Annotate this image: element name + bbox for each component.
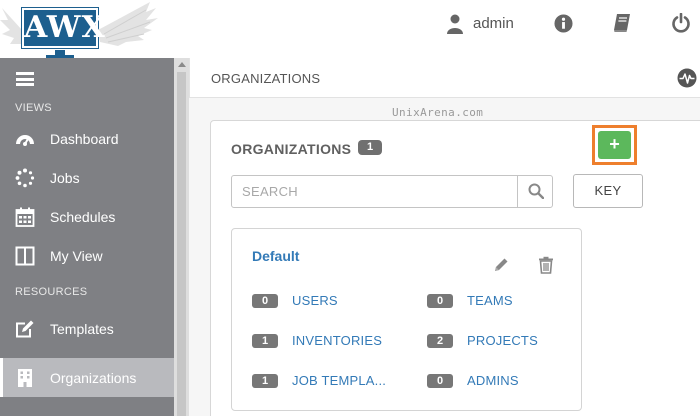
stat-label[interactable]: JOB TEMPLA... xyxy=(292,373,386,389)
stat-count: 0 xyxy=(252,294,278,308)
sidebar-item-label: Jobs xyxy=(50,170,80,186)
sidebar-item-label: Schedules xyxy=(50,209,116,225)
user-name[interactable]: admin xyxy=(473,14,514,34)
dashboard-icon xyxy=(16,135,34,146)
edit-icon[interactable] xyxy=(492,256,510,274)
organization-name[interactable]: Default xyxy=(252,248,299,264)
stat-job-templates[interactable]: 1 JOB TEMPLA... xyxy=(252,373,402,389)
awx-logo[interactable]: AWX xyxy=(0,0,160,58)
sidebar-scrollbar[interactable] xyxy=(174,58,189,416)
stat-label[interactable]: ADMINS xyxy=(467,373,519,389)
stat-count: 2 xyxy=(427,334,453,348)
sidebar-item-label: Templates xyxy=(50,321,114,337)
sidebar: VIEWS Dashboard Jobs Schedules My View R… xyxy=(0,58,174,416)
stat-count: 1 xyxy=(252,334,278,348)
stat-count: 0 xyxy=(427,374,453,388)
info-icon[interactable] xyxy=(554,14,573,33)
stat-label[interactable]: PROJECTS xyxy=(467,333,538,349)
stat-label[interactable]: USERS xyxy=(292,293,338,309)
breadcrumb-bar: ORGANIZATIONS xyxy=(189,58,700,98)
scrollbar-thumb[interactable] xyxy=(177,72,186,416)
menu-toggle-icon[interactable] xyxy=(16,72,34,86)
section-views: VIEWS xyxy=(15,102,52,114)
sidebar-item-my-view[interactable]: My View xyxy=(0,236,174,275)
logo-text: AWX xyxy=(22,8,105,48)
breadcrumb[interactable]: ORGANIZATIONS xyxy=(211,71,320,86)
stat-users[interactable]: 0 USERS xyxy=(252,293,382,309)
panel-title: ORGANIZATIONS xyxy=(231,141,352,157)
top-header: AWX admin xyxy=(0,0,700,58)
search-input[interactable] xyxy=(232,176,517,207)
book-icon[interactable] xyxy=(612,13,632,33)
trash-icon[interactable] xyxy=(538,256,554,274)
jobs-icon xyxy=(15,168,35,188)
sidebar-item-label: Organizations xyxy=(50,370,137,386)
stat-count: 1 xyxy=(252,374,278,388)
search-box xyxy=(231,175,553,208)
activity-stream-icon[interactable] xyxy=(677,68,697,88)
stat-count: 0 xyxy=(427,294,453,308)
templates-icon xyxy=(16,320,34,338)
search-button[interactable] xyxy=(517,176,553,207)
stat-inventories[interactable]: 1 INVENTORIES xyxy=(252,333,392,349)
sidebar-item-schedules[interactable]: Schedules xyxy=(0,197,174,236)
user-icon[interactable] xyxy=(446,14,464,34)
section-resources: RESOURCES xyxy=(15,286,88,298)
calendar-icon xyxy=(15,207,35,227)
search-icon xyxy=(528,183,544,199)
sidebar-item-jobs[interactable]: Jobs xyxy=(0,158,174,197)
stat-label[interactable]: TEAMS xyxy=(467,293,513,309)
building-icon xyxy=(18,369,32,387)
sidebar-item-dashboard[interactable]: Dashboard xyxy=(0,119,174,158)
key-button[interactable]: KEY xyxy=(573,174,643,208)
sidebar-item-label: My View xyxy=(50,248,103,264)
add-organization-button[interactable]: + xyxy=(598,131,631,159)
watermark: UnixArena.com xyxy=(392,106,484,119)
count-badge: 1 xyxy=(358,140,382,155)
power-icon[interactable] xyxy=(671,13,691,33)
stat-teams[interactable]: 0 TEAMS xyxy=(427,293,547,309)
sidebar-item-templates[interactable]: Templates xyxy=(0,309,174,348)
stat-label[interactable]: INVENTORIES xyxy=(292,333,382,349)
sidebar-item-organizations[interactable]: Organizations xyxy=(0,358,174,397)
stat-admins[interactable]: 0 ADMINS xyxy=(427,373,547,389)
sidebar-item-label: Dashboard xyxy=(50,131,119,147)
scroll-up-arrow-icon[interactable] xyxy=(178,62,186,67)
my-view-icon xyxy=(15,246,35,266)
stat-projects[interactable]: 2 PROJECTS xyxy=(427,333,547,349)
